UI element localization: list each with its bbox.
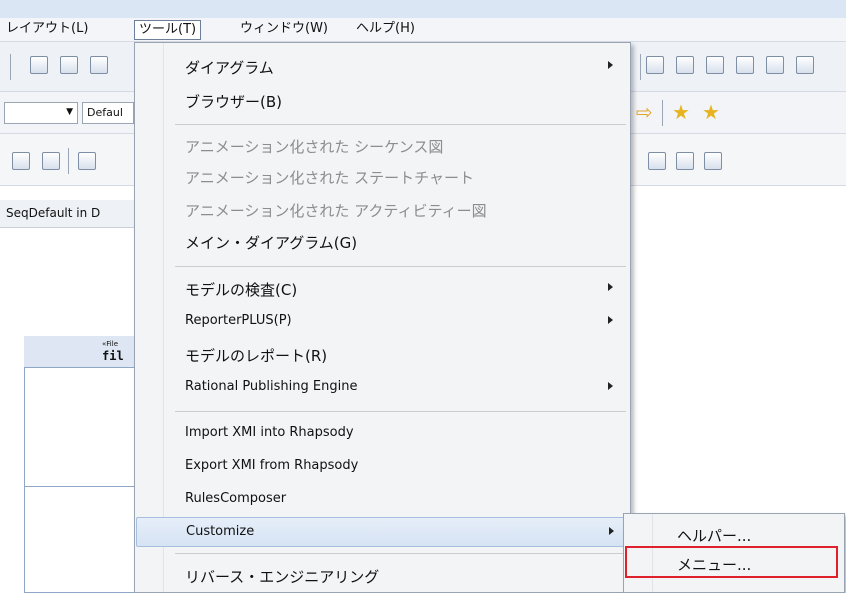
menu-item-reverse-engineering[interactable]: リバース・エンジニアリング — [136, 561, 629, 589]
menu-window[interactable]: ウィンドウ(W) — [236, 20, 332, 40]
hierarchy-icon[interactable] — [736, 56, 754, 74]
menu-item-animated-sequence: アニメーション化された シーケンス図 — [185, 138, 444, 156]
pencil-icon[interactable] — [30, 56, 48, 74]
chevron-right-icon — [609, 527, 614, 535]
menu-tools[interactable]: ツール(T) — [134, 20, 202, 40]
add-favorite-icon[interactable]: ★ — [702, 102, 720, 122]
diagram-stereotype: «File — [102, 340, 118, 348]
menu-item-export-xmi[interactable]: Export XMI from Rhapsody — [136, 452, 629, 480]
edit-icon[interactable] — [90, 56, 108, 74]
menu-item-diagram[interactable]: ダイアグラム — [136, 52, 629, 80]
grid-icon[interactable] — [42, 152, 60, 170]
menu-separator — [175, 124, 626, 125]
class-icon[interactable] — [706, 56, 724, 74]
title-strip — [0, 0, 846, 18]
diagram-element[interactable] — [24, 336, 136, 593]
toolbar-separator — [662, 100, 663, 126]
paint-icon[interactable] — [704, 152, 722, 170]
connector-icon[interactable] — [646, 56, 664, 74]
highlight-box — [625, 546, 838, 578]
menu-item-main-diagram[interactable]: メイン・ダイアグラム(G) — [136, 227, 629, 255]
fill-icon[interactable] — [648, 152, 666, 170]
toolbar-separator — [10, 54, 11, 80]
menu-item-animated-activity: アニメーション化された アクティビティー図 — [185, 202, 487, 220]
width-icon[interactable] — [78, 152, 96, 170]
scope-combo[interactable]: ▼ — [4, 102, 78, 124]
favorite-star-icon[interactable]: ★ — [672, 102, 690, 122]
menu-item-customize[interactable]: Customize — [136, 517, 629, 547]
chevron-right-icon — [608, 283, 613, 291]
toolbar-separator — [68, 148, 69, 174]
tools-menu: ダイアグラム ブラウザー(B) アニメーション化された シーケンス図 アニメーシ… — [134, 42, 631, 593]
menu-help[interactable]: ヘルプ(H) — [352, 20, 419, 40]
menu-bar: レイアウト(L) ツール(T) ウィンドウ(W) ヘルプ(H) — [0, 18, 846, 42]
diagram-divider — [24, 486, 136, 487]
diagram-icon[interactable] — [796, 56, 814, 74]
menu-separator — [175, 266, 626, 267]
chevron-down-icon: ▼ — [66, 107, 73, 117]
chevron-right-icon — [608, 382, 613, 390]
toolbar-separator — [640, 54, 641, 80]
menu-item-model-report[interactable]: モデルのレポート(R) — [136, 340, 629, 368]
menu-item-rulescomposer[interactable]: RulesComposer — [136, 485, 629, 513]
open-icon[interactable] — [60, 56, 78, 74]
menu-item-rational-publishing[interactable]: Rational Publishing Engine — [136, 373, 629, 401]
menu-item-browser[interactable]: ブラウザー(B) — [136, 86, 629, 114]
menu-layout[interactable]: レイアウト(L) — [2, 20, 92, 40]
menu-item-import-xmi[interactable]: Import XMI into Rhapsody — [136, 419, 629, 447]
arrow-right-icon[interactable]: ⇨ — [636, 102, 653, 122]
submenu-item-helpers[interactable]: ヘルパー... — [625, 520, 843, 548]
structure-icon[interactable] — [766, 56, 784, 74]
editor-tab-label: SeqDefault in D — [6, 206, 101, 220]
menu-separator — [175, 553, 626, 554]
align-icon[interactable] — [12, 152, 30, 170]
chevron-right-icon — [608, 61, 613, 69]
config-combo[interactable]: Defaul — [82, 102, 134, 124]
port-icon[interactable] — [676, 56, 694, 74]
menu-separator — [175, 411, 626, 412]
menu-item-check-model[interactable]: モデルの検査(C) — [136, 274, 629, 302]
menu-item-reporterplus[interactable]: ReporterPLUS(P) — [136, 307, 629, 335]
chevron-right-icon — [608, 316, 613, 324]
menu-item-animated-statechart: アニメーション化された ステートチャート — [185, 169, 475, 187]
line-icon[interactable] — [676, 152, 694, 170]
diagram-element-name: fil — [102, 349, 124, 363]
